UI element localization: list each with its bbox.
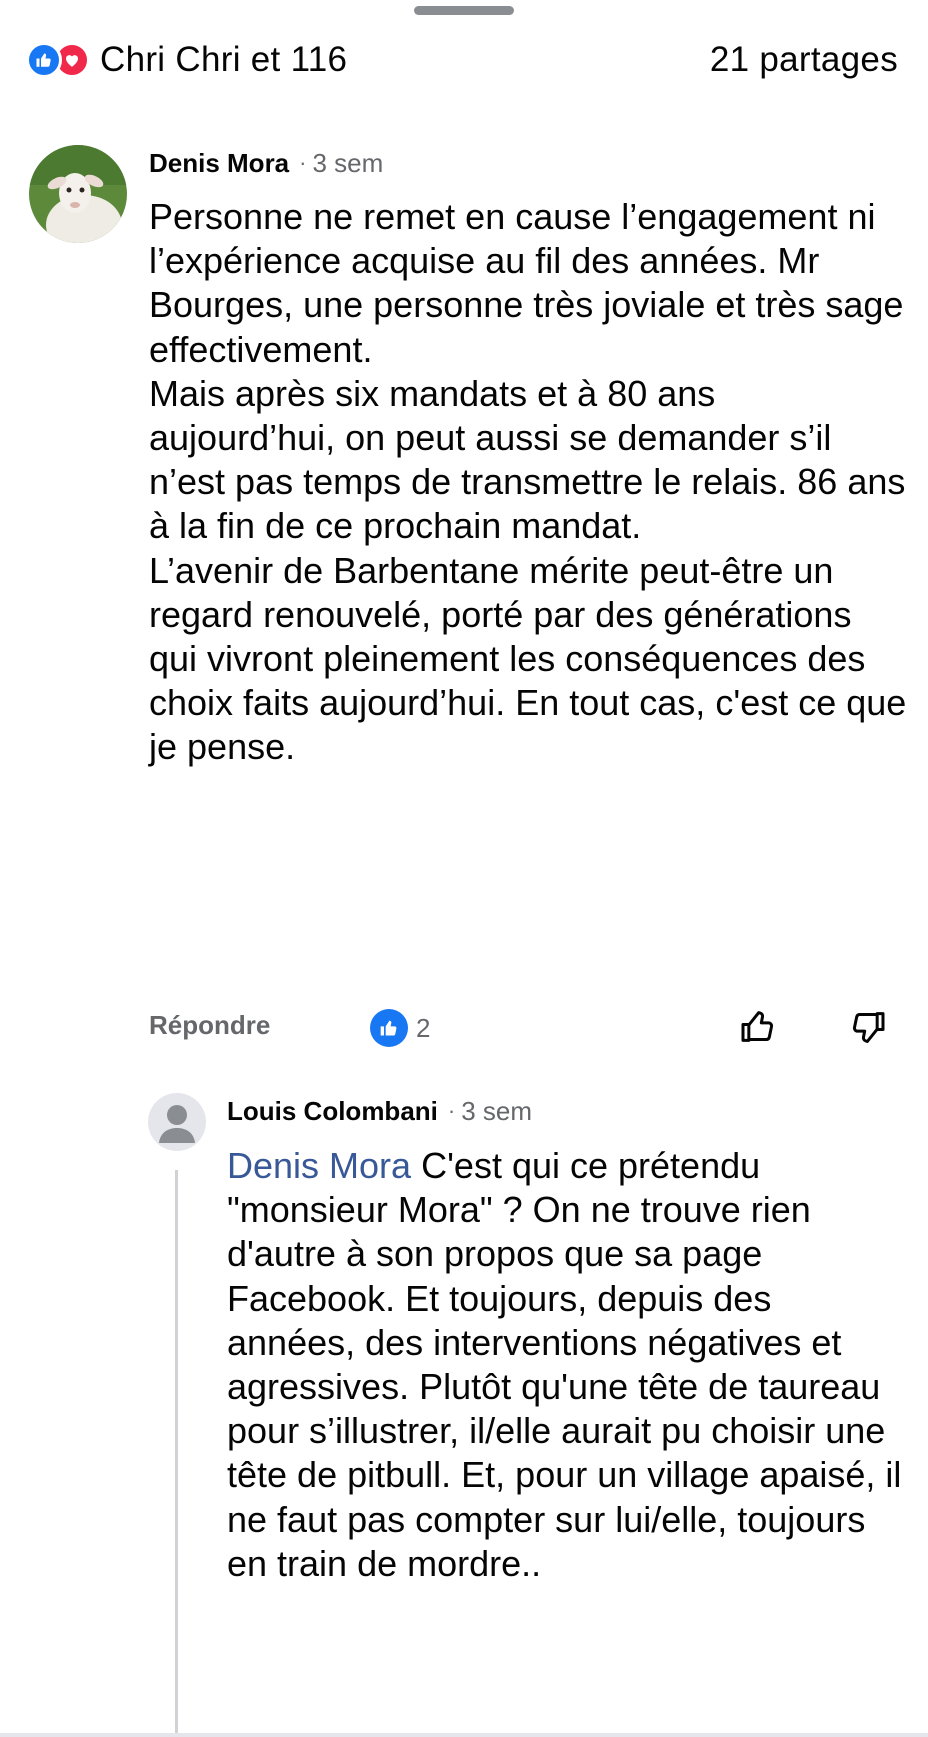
comment-paragraph: L’avenir de Barbentane mérite peut-être … xyxy=(149,549,907,768)
comment-reaction-count[interactable]: 2 xyxy=(370,1006,430,1050)
dot-separator: · xyxy=(299,150,307,175)
mention-link[interactable]: Denis Mora xyxy=(227,1145,411,1186)
like-badge-icon xyxy=(370,1009,408,1047)
sheet-drag-handle[interactable] xyxy=(414,6,514,15)
thread-line xyxy=(175,1170,178,1737)
lamb-avatar-image xyxy=(29,145,127,243)
author-name[interactable]: Louis Colombani xyxy=(227,1096,438,1127)
post-reaction-summary: Chri Chri et 116 21 partages xyxy=(26,36,898,84)
reply-text: C'est qui ce prétendu "monsieur Mora" ? … xyxy=(227,1145,902,1584)
like-count: 2 xyxy=(416,1012,431,1043)
comment-text: Denis Mora C'est qui ce prétendu "monsie… xyxy=(227,1144,907,1586)
upvote-icon[interactable] xyxy=(738,1007,778,1047)
bottom-divider xyxy=(0,1733,928,1737)
reply-button[interactable]: Répondre xyxy=(149,1010,270,1041)
reactions-count-text: Chri Chri et 116 xyxy=(100,40,348,79)
dot-separator: · xyxy=(447,1098,456,1123)
comment-text: Personne ne remet en cause l’engagement … xyxy=(149,195,909,770)
reaction-icons xyxy=(26,42,90,78)
comment-timestamp[interactable]: 3 sem xyxy=(312,148,383,179)
avatar[interactable] xyxy=(148,1093,206,1151)
reactions-summary[interactable]: Chri Chri et 116 xyxy=(26,40,347,80)
author-name[interactable]: Denis Mora xyxy=(149,148,289,179)
shares-count[interactable]: 21 partages xyxy=(710,40,898,80)
comment-timestamp[interactable]: 3 sem xyxy=(461,1096,532,1127)
comment-paragraph: Mais après six mandats et à 80 ans aujou… xyxy=(149,372,906,547)
downvote-icon[interactable] xyxy=(848,1007,888,1047)
comment-paragraph: Personne ne remet en cause l’engagement … xyxy=(149,196,904,370)
comment-paragraph: Denis Mora C'est qui ce prétendu "monsie… xyxy=(227,1144,907,1586)
like-reaction-icon xyxy=(26,42,62,78)
comment-actions: Répondre xyxy=(149,1003,270,1047)
comment-header: Louis Colombani · 3 sem xyxy=(227,1091,532,1131)
avatar[interactable] xyxy=(29,145,127,243)
comment-header: Denis Mora · 3 sem xyxy=(149,144,383,182)
default-user-icon xyxy=(159,1105,195,1143)
